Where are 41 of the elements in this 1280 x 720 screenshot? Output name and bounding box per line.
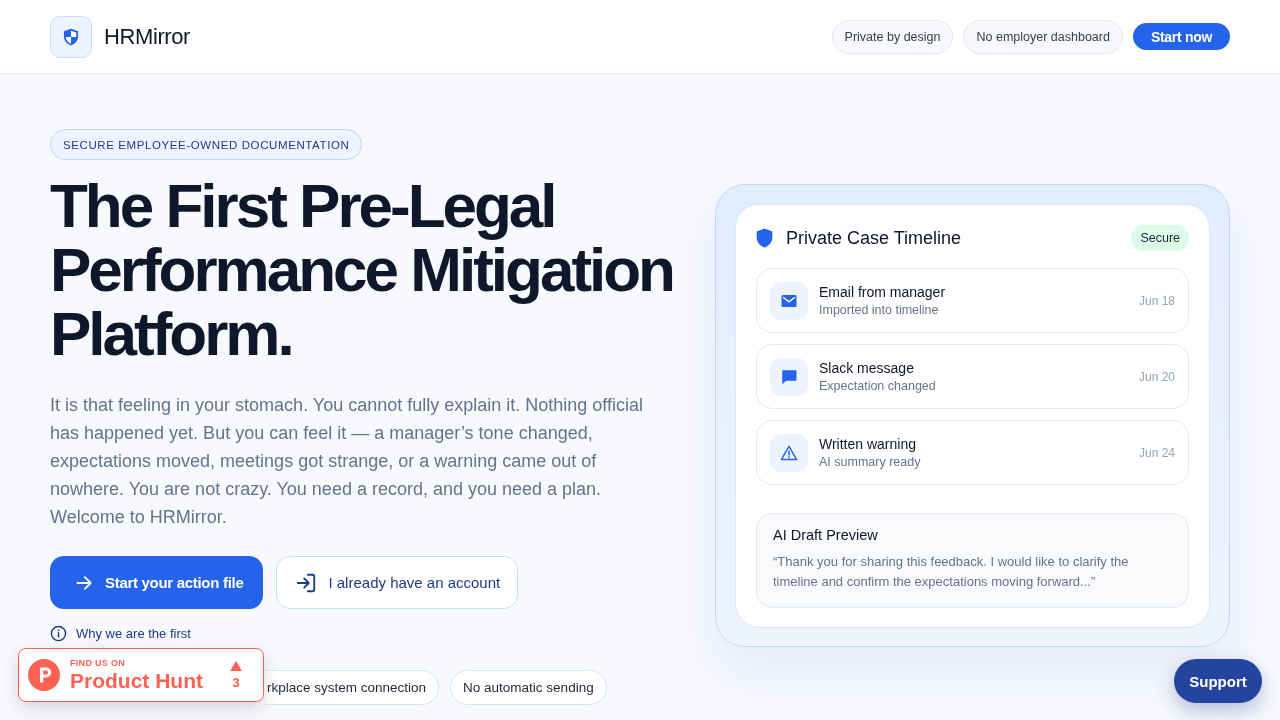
card-title: Private Case Timeline	[786, 227, 962, 249]
feature-tag: No employer dashboard	[963, 19, 1123, 54]
event-subtitle: AI summary ready	[819, 454, 921, 470]
event-date: Jun 18	[1138, 293, 1175, 308]
shield-icon	[50, 15, 92, 58]
timeline-item[interactable]: Email from manager Imported into timeline Jun 18	[756, 268, 1189, 333]
shield-icon	[756, 228, 773, 248]
event-title: Slack message	[819, 359, 915, 377]
feature-tag: rkplace system connection	[265, 670, 440, 705]
warning-icon	[770, 433, 808, 472]
timeline-item[interactable]: Written warning AI summary ready Jun 24	[756, 420, 1189, 485]
info-icon	[50, 625, 67, 642]
draft-text: “Thank you for sharing this feedback. I would like to clarify the timeline and confirm the expectations moving forward...”	[773, 553, 1130, 591]
event-date: Jun 20	[1138, 369, 1175, 384]
upvote-count: 3	[232, 675, 240, 690]
timeline-item[interactable]: Slack message Expectation changed Jun 20	[756, 344, 1189, 409]
sign-in-button[interactable]: I already have an account	[276, 556, 519, 609]
eyebrow-tag: SECURE EMPLOYEE-OWNED DOCUMENTATION	[50, 129, 363, 160]
why-link[interactable]: Why we are the first	[50, 625, 191, 642]
draft-title: AI Draft Preview	[773, 527, 879, 544]
logo-icon	[28, 659, 60, 691]
start-now-button[interactable]: Start now	[1132, 23, 1230, 50]
brand-name: HRMirror	[104, 23, 190, 50]
event-date: Jun 24	[1138, 445, 1175, 460]
upvote-icon	[230, 660, 242, 671]
chat-bubble-icon	[770, 357, 808, 396]
badge-title: Product Hunt	[70, 668, 203, 693]
support-button[interactable]: Support	[1174, 659, 1262, 703]
event-subtitle: Expectation changed	[819, 378, 936, 394]
envelope-icon	[770, 281, 808, 320]
feature-tag: Private by design	[831, 19, 954, 54]
hero-paragraph: It is that feeling in your stomach. You cannot fully explain it. Nothing official has happened yet. But you can feel it — a manager’s tone changed, expectations moved, meetings got strange, or a warning came out of nowhere. You are not crazy. You need a record, and you need a plan. Welcome to HRMirror.	[50, 394, 644, 529]
event-title: Written warning	[819, 435, 917, 453]
badge-overline: FIND US ON	[70, 657, 126, 669]
sign-in-icon	[295, 571, 318, 594]
hero-heading: The First Pre-Legal Performance Mitigation Platform.	[50, 174, 674, 366]
event-subtitle: Imported into timeline	[819, 302, 940, 318]
event-title: Email from manager	[819, 283, 946, 301]
feature-tag: No automatic sending	[450, 670, 607, 705]
start-action-file-button[interactable]: Start your action file	[50, 556, 264, 609]
status-tag: Secure	[1131, 225, 1189, 251]
